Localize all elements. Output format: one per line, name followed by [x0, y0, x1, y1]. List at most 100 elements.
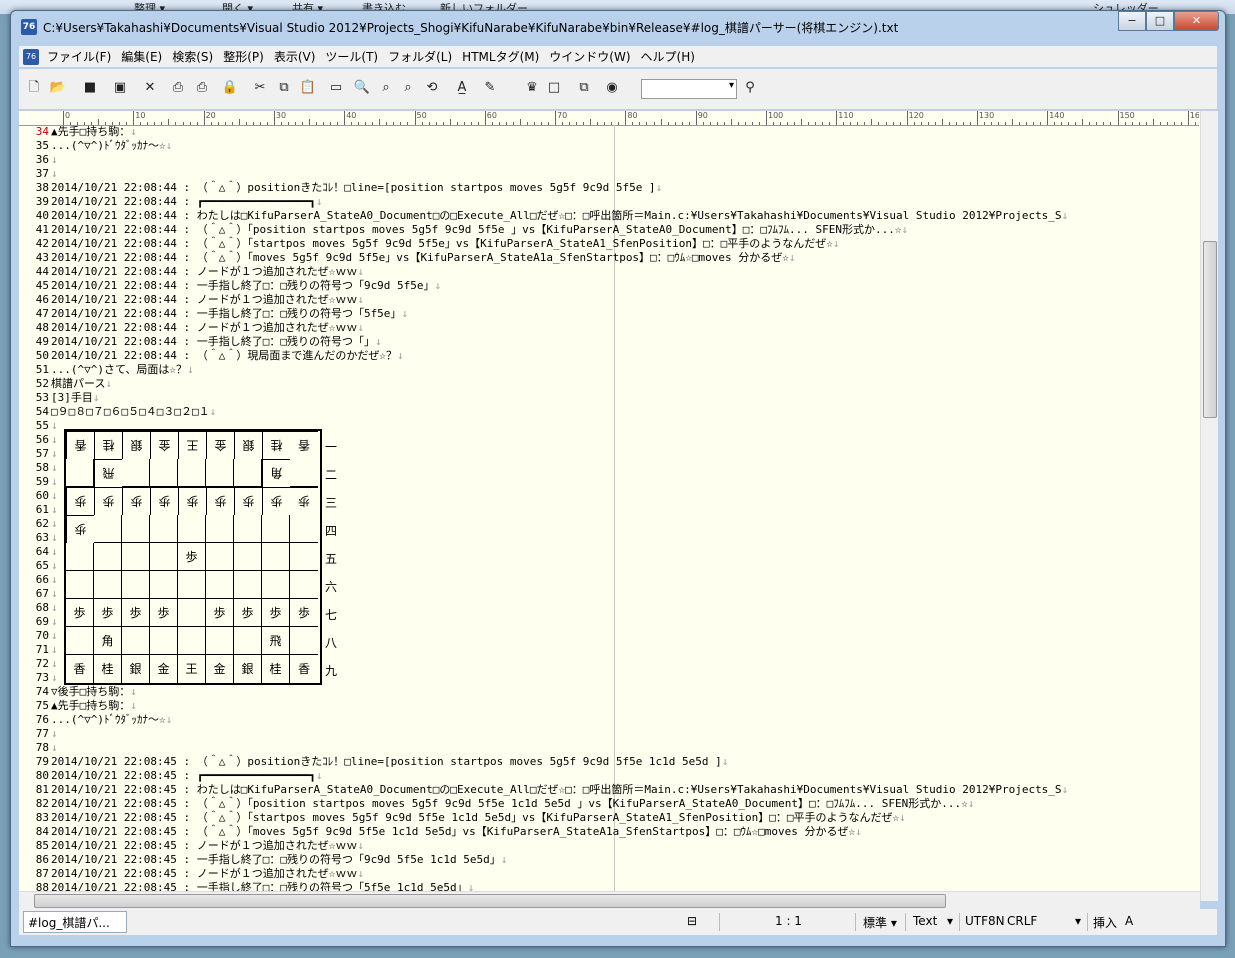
menu-file[interactable]: ファイル(F)	[42, 48, 116, 65]
network-icon[interactable]: ⊟	[687, 914, 697, 928]
line-text: ...(^▽^)ﾄﾞｳﾀﾞｯｶﾅ～☆↓	[51, 713, 173, 726]
line-text: ...(^▽^)さて、局面は☆？↓	[51, 363, 194, 376]
print-icon[interactable]: ⎙	[193, 79, 211, 97]
tool-icon[interactable]: ♛	[523, 79, 541, 97]
text-editor[interactable]: 0 10 20 30 40 50 60 70 80 90 100 110 120 130 140 150 160…	[19, 111, 1217, 901]
ruler-tick	[344, 111, 346, 125]
binoculars-icon[interactable]: ⚲	[741, 79, 759, 97]
close-button[interactable]: ✕	[1174, 11, 1219, 31]
highlight-icon[interactable]: ✎	[481, 79, 499, 97]
newline-arrow-icon[interactable]: ▾	[1075, 914, 1081, 928]
newline-mark: ↓	[357, 867, 364, 880]
newline-mark: ↓	[187, 363, 194, 376]
newline-indicator[interactable]: CRLF	[1007, 914, 1037, 928]
search-prev-icon[interactable]: ⌕	[377, 79, 395, 97]
horizontal-scroll-thumb[interactable]	[34, 894, 946, 908]
ruler-label: 80	[627, 111, 638, 120]
cut-icon[interactable]: ✂	[251, 79, 269, 97]
board-cell	[178, 627, 206, 655]
line-number: 56	[35, 433, 49, 446]
ruler-tick	[414, 111, 416, 125]
app-menu-icon[interactable]: 76	[23, 48, 39, 65]
newline-mark: ↓	[51, 503, 58, 516]
line-text: 2014/10/21 22:08:44 : 一手指し終了□：□残りの符号つ「」↓	[51, 335, 382, 348]
menu-edit[interactable]: 編集(E)	[116, 48, 167, 65]
line-number: 66	[35, 573, 49, 586]
open-folder-icon[interactable]: 📂	[49, 79, 67, 97]
filetype-select[interactable]: Text	[913, 914, 937, 928]
replace-icon[interactable]: ⟲	[423, 79, 441, 97]
spell-check-icon[interactable]: A̲	[453, 79, 471, 97]
search-next-icon[interactable]: ⌕	[399, 79, 417, 97]
newline-mark: ↓	[357, 321, 364, 334]
search-icon[interactable]: 🔍	[353, 79, 371, 97]
board-cell	[234, 571, 262, 599]
preview-icon[interactable]: ⎙	[169, 79, 187, 97]
insert-mode-indicator[interactable]: 挿入	[1093, 914, 1117, 931]
newline-mark: ↓	[396, 349, 404, 362]
menu-window[interactable]: ウインドウ(W)	[544, 48, 635, 65]
text-line: 34 ▲先手□持ち駒：↓	[19, 125, 1199, 139]
line-text: 2014/10/21 22:08:45 : （＾△＾）positionきたｺﾚ！…	[51, 755, 729, 768]
filetype-arrow-icon[interactable]: ▾	[947, 914, 953, 928]
editor-window: 76 C:¥Users¥Takahashi¥Documents¥Visual S…	[10, 10, 1226, 947]
newline-mark: ↓	[209, 405, 217, 418]
title-bar[interactable]: 76 C:¥Users¥Takahashi¥Documents¥Visual S…	[11, 11, 1225, 43]
text-line: 51 ...(^▽^)さて、局面は☆？↓	[19, 363, 1199, 377]
menu-folder[interactable]: フォルダ(L)	[383, 48, 457, 65]
board-cell	[122, 571, 150, 599]
search-combo[interactable]	[641, 79, 737, 99]
line-text: ↓	[51, 489, 58, 502]
board-cell	[150, 571, 178, 599]
board-cell	[206, 627, 234, 655]
text-line: 76 ...(^▽^)ﾄﾞｳﾀﾞｯｶﾅ～☆↓	[19, 713, 1199, 727]
board-cell	[206, 571, 234, 599]
green-square-icon[interactable]: □	[545, 79, 563, 97]
encoding-indicator[interactable]: UTF8N	[965, 914, 1005, 928]
line-text: ↓	[51, 573, 58, 586]
line-number: 57	[35, 447, 49, 460]
newline-mark: ↓	[51, 531, 58, 544]
board-cell: 歩	[206, 599, 234, 627]
ruler-label: 60	[486, 111, 497, 120]
lock-icon[interactable]: 🔒	[221, 79, 239, 97]
menu-tools[interactable]: ツール(T)	[320, 48, 383, 65]
document-tab[interactable]: #log_棋譜パ...	[23, 911, 127, 933]
menu-view[interactable]: 表示(V)	[269, 48, 321, 65]
menu-help[interactable]: ヘルプ(H)	[636, 48, 700, 65]
line-text: ▽後手□持ち駒：↓	[51, 685, 137, 698]
mode-select[interactable]: 標準 ▾	[863, 914, 897, 931]
newline-mark: ↓	[130, 125, 137, 138]
save-icon[interactable]: ■	[81, 79, 99, 97]
newline-mark: ↓	[130, 685, 137, 698]
line-text: ↓	[51, 615, 58, 628]
ruler-tick	[976, 111, 978, 125]
input-mode-indicator[interactable]: A	[1125, 914, 1133, 928]
select-box-icon[interactable]: ▭	[327, 79, 345, 97]
new-file-icon[interactable]: 🗋	[25, 79, 43, 97]
line-text: ↓	[51, 559, 58, 572]
save-as-icon[interactable]: ▣	[111, 79, 129, 97]
minimize-button[interactable]: −	[1118, 11, 1146, 31]
menu-search[interactable]: 検索(S)	[167, 48, 218, 65]
close-file-icon[interactable]: ✕	[141, 79, 159, 97]
vertical-scroll-thumb[interactable]	[1203, 241, 1217, 418]
compare-icon[interactable]: ⧉	[575, 79, 593, 97]
maximize-button[interactable]: □	[1146, 11, 1174, 31]
horizontal-scrollbar[interactable]	[19, 891, 1200, 909]
line-text: ↓	[51, 433, 58, 446]
line-number: 38	[35, 181, 49, 194]
app-icon[interactable]: 76	[21, 19, 37, 35]
board-cell	[234, 543, 262, 571]
menu-html-tag[interactable]: HTMLタグ(M)	[457, 48, 544, 65]
board-cell: 歩	[262, 599, 290, 627]
board-cell: 飛	[94, 459, 122, 487]
ruler-tick	[555, 111, 557, 125]
browser-icon[interactable]: ◉	[603, 79, 621, 97]
menu-format[interactable]: 整形(P)	[218, 48, 269, 65]
vertical-scrollbar[interactable]	[1200, 111, 1218, 901]
paste-icon[interactable]: 📋	[299, 79, 317, 97]
line-number: 79	[35, 755, 49, 768]
cursor-position: 1 : 1	[775, 914, 802, 928]
copy-icon[interactable]: ⧉	[275, 79, 293, 97]
